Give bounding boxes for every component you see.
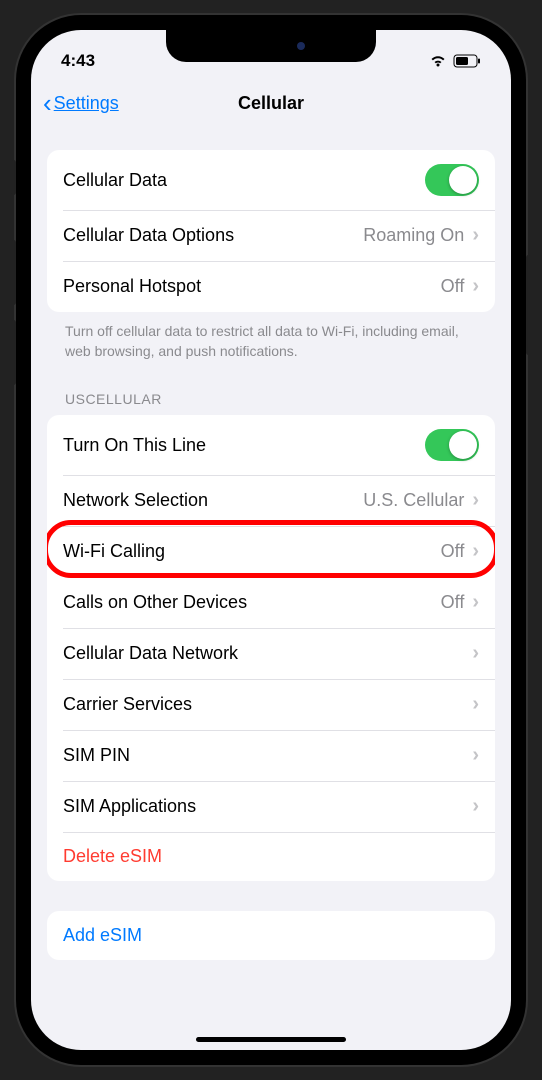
row-cellular-data-network[interactable]: Cellular Data Network ›: [47, 628, 495, 679]
row-sim-applications[interactable]: SIM Applications ›: [47, 781, 495, 832]
row-turn-on-line[interactable]: Turn On This Line: [47, 415, 495, 475]
row-delete-esim[interactable]: Delete eSIM: [47, 832, 495, 881]
row-carrier-services[interactable]: Carrier Services ›: [47, 679, 495, 730]
chevron-right-icon: ›: [472, 795, 479, 818]
label: Add eSIM: [63, 925, 479, 946]
status-time: 4:43: [61, 51, 95, 71]
chevron-right-icon: ›: [472, 275, 479, 298]
volume-up: [11, 240, 16, 305]
label: Personal Hotspot: [63, 276, 441, 297]
label: Carrier Services: [63, 694, 472, 715]
chevron-right-icon: ›: [472, 540, 479, 563]
row-add-esim[interactable]: Add eSIM: [47, 911, 495, 960]
wifi-icon: [429, 54, 447, 68]
settings-group-3: Add eSIM: [47, 911, 495, 960]
back-button[interactable]: ‹ Settings: [43, 90, 119, 116]
carrier-header: USCELLULAR: [47, 361, 495, 415]
toggle-line[interactable]: [425, 429, 479, 461]
label: Cellular Data: [63, 170, 425, 191]
phone-frame: 4:43 ‹ Settings Cellular Cellular Data: [16, 15, 526, 1065]
row-network-selection[interactable]: Network Selection U.S. Cellular ›: [47, 475, 495, 526]
status-right: [429, 54, 481, 68]
label: Turn On This Line: [63, 435, 425, 456]
row-personal-hotspot[interactable]: Personal Hotspot Off ›: [47, 261, 495, 312]
value: Roaming On: [363, 225, 464, 246]
mute-switch: [11, 160, 16, 195]
value: U.S. Cellular: [363, 490, 464, 511]
notch: [166, 30, 376, 62]
row-sim-pin[interactable]: SIM PIN ›: [47, 730, 495, 781]
row-calls-other-devices[interactable]: Calls on Other Devices Off ›: [47, 577, 495, 628]
home-indicator[interactable]: [196, 1037, 346, 1042]
chevron-right-icon: ›: [472, 591, 479, 614]
value: Off: [441, 276, 465, 297]
label: Cellular Data Options: [63, 225, 363, 246]
label: SIM Applications: [63, 796, 472, 817]
label: Cellular Data Network: [63, 643, 472, 664]
label: Wi-Fi Calling: [63, 541, 441, 562]
screen: 4:43 ‹ Settings Cellular Cellular Data: [31, 30, 511, 1050]
row-wifi-calling[interactable]: Wi-Fi Calling Off ›: [47, 526, 495, 577]
group-footer: Turn off cellular data to restrict all d…: [47, 312, 495, 361]
power-button: [526, 255, 531, 355]
content: Cellular Data Cellular Data Options Roam…: [31, 130, 511, 960]
volume-down: [11, 320, 16, 385]
toggle-cellular-data[interactable]: [425, 164, 479, 196]
battery-icon: [453, 54, 481, 68]
page-title: Cellular: [238, 93, 304, 114]
settings-group-1: Cellular Data Cellular Data Options Roam…: [47, 150, 495, 312]
value: Off: [441, 592, 465, 613]
row-cellular-data-options[interactable]: Cellular Data Options Roaming On ›: [47, 210, 495, 261]
value: Off: [441, 541, 465, 562]
row-cellular-data[interactable]: Cellular Data: [47, 150, 495, 210]
camera-dot: [297, 42, 305, 50]
chevron-right-icon: ›: [472, 693, 479, 716]
chevron-right-icon: ›: [472, 744, 479, 767]
settings-group-2: Turn On This Line Network Selection U.S.…: [47, 415, 495, 881]
nav-bar: ‹ Settings Cellular: [31, 80, 511, 130]
label: Delete eSIM: [63, 846, 479, 867]
chevron-right-icon: ›: [472, 642, 479, 665]
chevron-left-icon: ‹: [43, 90, 52, 116]
label: Network Selection: [63, 490, 363, 511]
label: SIM PIN: [63, 745, 472, 766]
label: Calls on Other Devices: [63, 592, 441, 613]
chevron-right-icon: ›: [472, 224, 479, 247]
back-label: Settings: [54, 93, 119, 114]
chevron-right-icon: ›: [472, 489, 479, 512]
